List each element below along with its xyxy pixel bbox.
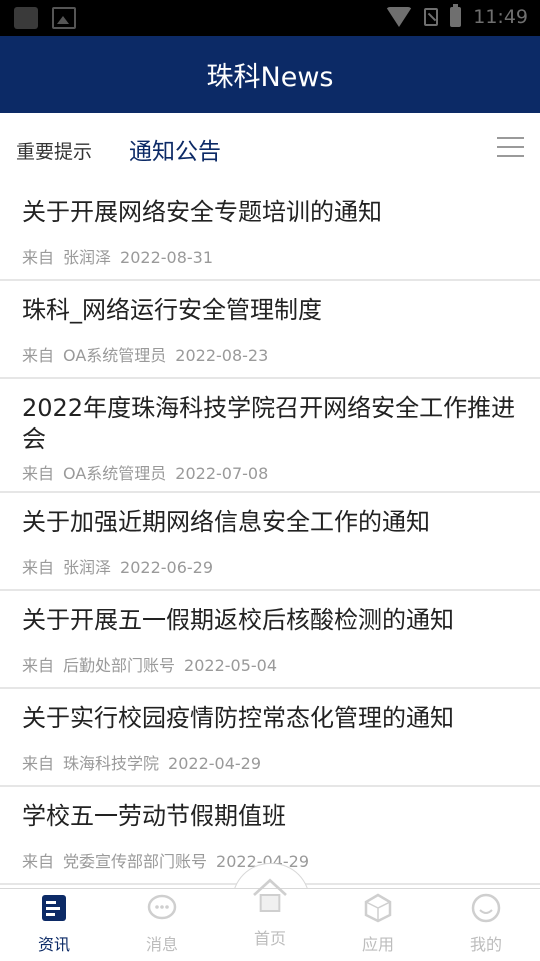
wifi-icon bbox=[386, 7, 413, 27]
news-title: 关于实行校园疫情防控常态化管理的通知 bbox=[22, 704, 454, 732]
list-item[interactable]: 2022年度珠海科技学院召开网络安全工作推进会 来自 OA系统管理员 2022-07… bbox=[0, 379, 540, 493]
news-meta: 来自 OA系统管理员 2022-07-08 bbox=[22, 464, 269, 483]
news-title: 关于开展五一假期返校后核酸检测的通知 bbox=[22, 606, 454, 634]
news-list: 关于开展网络安全专题培训的通知 来自 张润泽 2022-08-31 珠科_网络运行安… bbox=[0, 183, 540, 885]
news-title: 学校五一劳动节假期值班 bbox=[22, 802, 286, 830]
news-meta: 来自 珠海科技学院 2022-04-29 bbox=[22, 754, 262, 773]
tab-notices[interactable]: 通知公告 bbox=[129, 132, 221, 166]
news-meta: 来自 张润泽 2022-08-31 bbox=[22, 248, 214, 267]
menu-icon[interactable] bbox=[497, 137, 524, 159]
nav-profile[interactable]: 我的 bbox=[432, 893, 540, 955]
news-title: 关于加强近期网络信息安全工作的通知 bbox=[22, 508, 430, 536]
news-title: 2022年度珠海科技学院召开网络安全工作推进会 bbox=[22, 394, 516, 453]
notification-icon bbox=[14, 7, 38, 29]
news-icon bbox=[42, 895, 66, 921]
list-item[interactable]: 珠科_网络运行安全管理制度 来自 OA系统管理员 2022-08-23 bbox=[0, 281, 540, 379]
clock: 11:49 bbox=[473, 6, 528, 28]
category-tabs: 重要提示 通知公告 bbox=[0, 113, 540, 183]
list-item[interactable]: 关于开展五一假期返校后核酸检测的通知 来自 后勤处部门账号 2022-05-04 bbox=[0, 591, 540, 689]
news-meta: 来自 OA系统管理员 2022-08-23 bbox=[22, 346, 269, 365]
bottom-nav: 资讯 消息 首页 应用 我的 bbox=[0, 878, 540, 961]
list-item[interactable]: 关于实行校园疫情防控常态化管理的通知 来自 珠海科技学院 2022-04-29 bbox=[0, 689, 540, 787]
nav-home[interactable]: 首页 bbox=[216, 875, 324, 949]
nav-messages[interactable]: 消息 bbox=[108, 893, 216, 955]
message-icon bbox=[147, 894, 177, 920]
nav-label: 应用 bbox=[361, 935, 394, 954]
battery-icon bbox=[450, 4, 462, 27]
image-icon bbox=[52, 7, 76, 29]
nav-label: 首页 bbox=[253, 929, 286, 948]
news-meta: 来自 后勤处部门账号 2022-05-04 bbox=[22, 656, 278, 675]
nav-label: 资讯 bbox=[37, 935, 70, 954]
profile-icon bbox=[471, 893, 501, 923]
nav-label: 消息 bbox=[145, 935, 178, 954]
nav-apps[interactable]: 应用 bbox=[324, 893, 432, 955]
news-title: 珠科_网络运行安全管理制度 bbox=[22, 296, 322, 324]
list-item[interactable]: 关于加强近期网络信息安全工作的通知 来自 张润泽 2022-06-29 bbox=[0, 493, 540, 591]
home-icon bbox=[253, 878, 287, 912]
news-meta: 来自 张润泽 2022-06-29 bbox=[22, 558, 214, 577]
tab-important[interactable]: 重要提示 bbox=[16, 137, 92, 164]
app-title-bar: 珠科News bbox=[0, 36, 540, 113]
page-title: 珠科News bbox=[206, 62, 334, 93]
nav-label: 我的 bbox=[469, 935, 502, 954]
nav-news[interactable]: 资讯 bbox=[0, 893, 108, 955]
list-item[interactable]: 关于开展网络安全专题培训的通知 来自 张润泽 2022-08-31 bbox=[0, 183, 540, 281]
news-title: 关于开展网络安全专题培训的通知 bbox=[22, 198, 382, 226]
apps-icon bbox=[364, 893, 392, 923]
no-sim-icon bbox=[424, 8, 439, 26]
status-bar: 11:49 bbox=[0, 0, 540, 36]
